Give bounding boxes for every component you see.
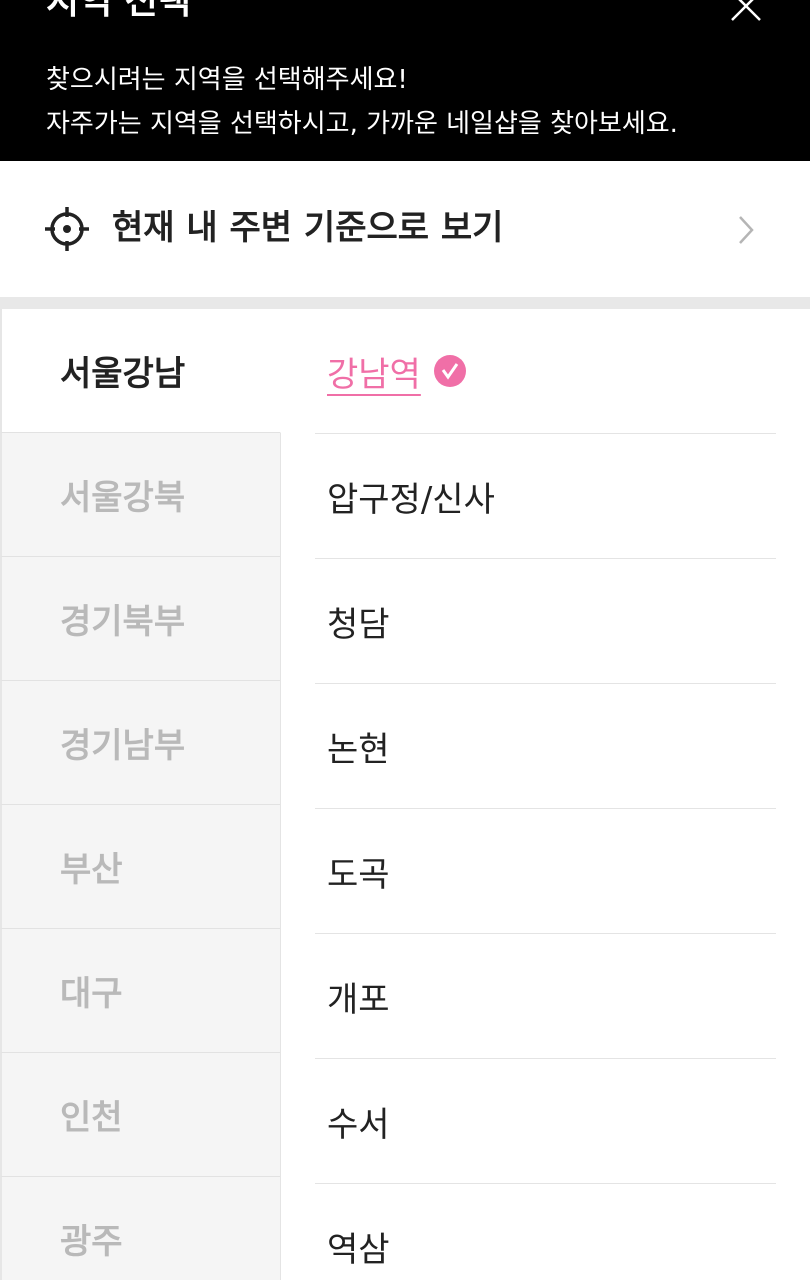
region-item-gyeonggi-north[interactable]: 경기북부 <box>0 557 280 681</box>
area-item-label: 역삼 <box>327 1229 390 1270</box>
area-item-label: 강남역 <box>327 354 421 395</box>
close-button[interactable] <box>728 0 768 24</box>
region-item-label: 서울강남 <box>60 354 186 394</box>
region-item-daegu[interactable]: 대구 <box>0 929 280 1053</box>
area-item-suseo[interactable]: 수서 <box>315 1059 776 1184</box>
area-item-yeoksam[interactable]: 역삼 <box>315 1184 776 1280</box>
area-item-label: 수서 <box>327 1104 390 1145</box>
area-item-label: 압구정/신사 <box>327 479 495 520</box>
region-item-gwangju[interactable]: 광주 <box>0 1177 280 1280</box>
region-item-label: 경기남부 <box>60 726 186 766</box>
region-item-label: 부산 <box>60 850 123 890</box>
page-title: 지역 선택 <box>46 0 192 22</box>
section-divider <box>0 297 810 309</box>
close-icon <box>731 0 761 21</box>
area-item-label: 개포 <box>327 979 390 1020</box>
area-item-gangnam-station[interactable]: 강남역 <box>315 309 776 434</box>
area-item-label: 청담 <box>327 604 390 645</box>
header: 지역 선택 찾으시려는 지역을 선택해주세요! 자주가는 지역을 선택하시고, … <box>0 0 810 161</box>
desc-line-1: 찾으시려는 지역을 선택해주세요! <box>46 65 408 95</box>
region-item-label: 서울강북 <box>60 478 186 518</box>
region-item-gyeonggi-south[interactable]: 경기남부 <box>0 681 280 805</box>
current-location-label: 현재 내 주변 기준으로 보기 <box>112 208 504 248</box>
region-item-seoul-gangbuk[interactable]: 서울강북 <box>0 433 280 557</box>
area-item-label: 논현 <box>327 729 390 770</box>
chevron-right-icon <box>739 216 754 244</box>
area-list: 강남역 압구정/신사 청담 논현 도곡 개포 수서 역삼 <box>315 309 776 1280</box>
region-item-label: 광주 <box>60 1222 123 1262</box>
area-item-label: 도곡 <box>327 854 390 895</box>
area-item-cheongdam[interactable]: 청담 <box>315 559 776 684</box>
region-select-page: 지역 선택 찾으시려는 지역을 선택해주세요! 자주가는 지역을 선택하시고, … <box>0 0 810 1280</box>
area-item-apgujeong-sinsa[interactable]: 압구정/신사 <box>315 434 776 559</box>
region-item-busan[interactable]: 부산 <box>0 805 280 929</box>
area-item-nonhyeon[interactable]: 논현 <box>315 684 776 809</box>
region-item-seoul-gangnam[interactable]: 서울강남 <box>0 309 281 433</box>
region-item-label: 대구 <box>60 974 123 1014</box>
region-item-label: 경기북부 <box>60 602 186 642</box>
area-item-gaepo[interactable]: 개포 <box>315 934 776 1059</box>
region-item-label: 인천 <box>60 1098 123 1138</box>
desc-line-2: 자주가는 지역을 선택하시고, 가까운 네일샵을 찾아보세요. <box>46 109 678 139</box>
header-description: 찾으시려는 지역을 선택해주세요! 자주가는 지역을 선택하시고, 가까운 네일… <box>46 58 678 146</box>
region-list: 서울강남 서울강북 경기북부 경기남부 부산 대구 인천 광주 <box>0 309 281 1280</box>
crosshair-icon <box>45 207 89 251</box>
region-item-incheon[interactable]: 인천 <box>0 1053 280 1177</box>
area-item-dogok[interactable]: 도곡 <box>315 809 776 934</box>
check-circle-icon <box>433 355 466 387</box>
